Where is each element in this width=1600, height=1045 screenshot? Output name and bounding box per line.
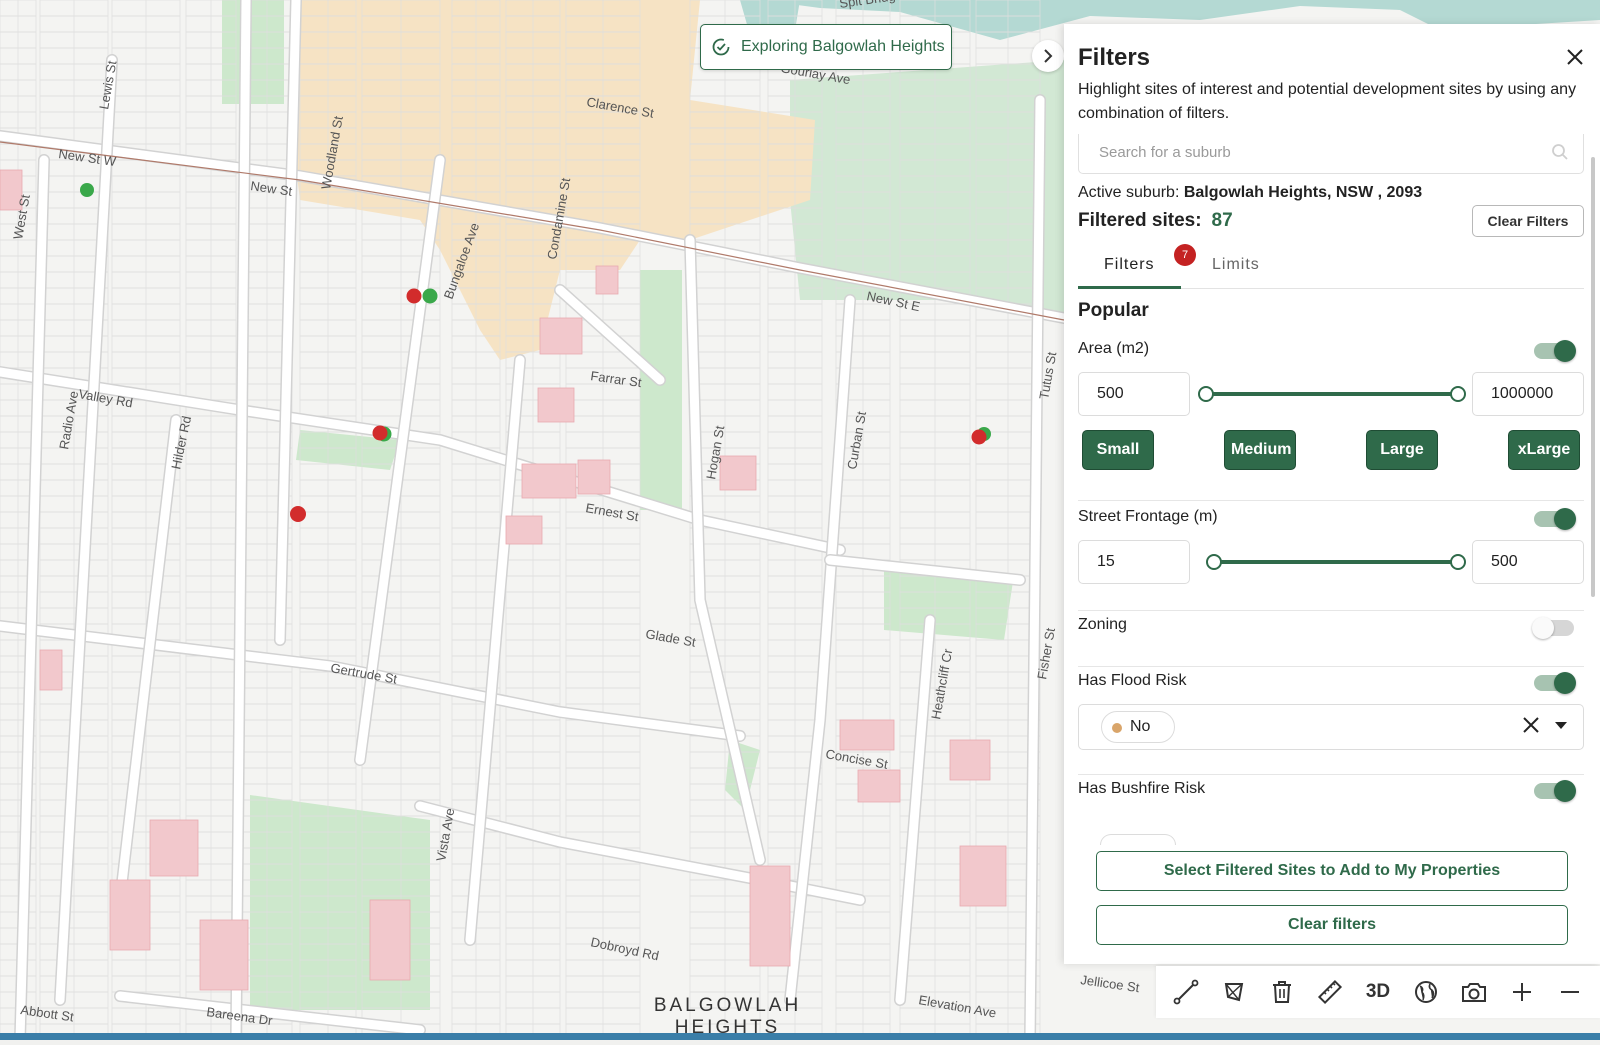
close-icon: [1523, 717, 1539, 733]
camera-icon: [1462, 983, 1486, 1002]
street-frontage-toggle[interactable]: [1534, 508, 1576, 530]
frontage-slider-min-handle[interactable]: [1206, 554, 1222, 570]
bushfire-risk-toggle[interactable]: [1534, 780, 1576, 802]
frontage-slider-max-handle[interactable]: [1450, 554, 1466, 570]
zoning-label: Zoning: [1078, 616, 1127, 633]
search-icon[interactable]: [1551, 143, 1569, 161]
toggle-knob: [1554, 780, 1576, 802]
area-slider-min-handle[interactable]: [1198, 386, 1214, 402]
screenshot-button[interactable]: [1454, 972, 1494, 1012]
toggle-knob: [1554, 508, 1576, 530]
measure-button[interactable]: [1310, 972, 1350, 1012]
toggle-knob: [1532, 617, 1554, 639]
toggle-knob: [1554, 672, 1576, 694]
toggle-knob: [1554, 340, 1576, 362]
divider: [1078, 774, 1584, 775]
zoom-out-icon: [1561, 991, 1579, 993]
collapse-panel-button[interactable]: [1032, 40, 1064, 72]
frontage-max-input[interactable]: 500: [1472, 540, 1584, 584]
site-marker-red[interactable]: [406, 288, 422, 304]
panel-scrollbar[interactable]: [1591, 157, 1595, 597]
street-frontage-label: Street Frontage (m): [1078, 508, 1218, 525]
ruler-icon: [1317, 979, 1343, 1005]
site-marker-red[interactable]: [971, 429, 987, 445]
close-icon: [1567, 49, 1583, 65]
panel-actions: Select Filtered Sites to Add to My Prope…: [1064, 846, 1600, 964]
filtered-sites-count: 87: [1211, 210, 1233, 231]
site-marker-red[interactable]: [290, 506, 306, 522]
area-slider-max-handle[interactable]: [1450, 386, 1466, 402]
zoom-in-icon: [1513, 983, 1531, 1001]
suburb-search[interactable]: [1078, 134, 1584, 174]
area-label: Area (m2): [1078, 340, 1150, 357]
filtered-sites: Filtered sites: 87: [1078, 210, 1233, 232]
select-filtered-sites-button[interactable]: Select Filtered Sites to Add to My Prope…: [1096, 851, 1568, 891]
check-circle-icon: [712, 38, 730, 56]
filtered-sites-label: Filtered sites:: [1078, 210, 1202, 231]
polygon-tool-button[interactable]: [1214, 972, 1254, 1012]
trash-icon: [1273, 981, 1291, 1003]
bottom-strip: [0, 1033, 1600, 1040]
flood-risk-toggle[interactable]: [1534, 672, 1576, 694]
delete-button[interactable]: [1262, 972, 1302, 1012]
suburb-search-input[interactable]: [1097, 134, 1521, 170]
panel-title: Filters: [1078, 44, 1151, 71]
clear-filters-bottom-button[interactable]: Clear filters: [1096, 905, 1568, 945]
globe-icon: [1415, 981, 1437, 1003]
panel-description: Highlight sites of interest and potentia…: [1078, 81, 1577, 122]
3d-toggle-button[interactable]: 3D: [1358, 972, 1398, 1012]
flood-risk-chip[interactable]: No: [1101, 711, 1175, 743]
area-preset-small[interactable]: Small: [1082, 430, 1154, 470]
line-tool-icon: [1173, 979, 1199, 1005]
line-tool-button[interactable]: [1166, 972, 1206, 1012]
tab-filters[interactable]: Filters: [1078, 252, 1181, 289]
site-marker-red[interactable]: [372, 425, 388, 441]
panel-tabs: Filters 7 Limits: [1078, 244, 1584, 289]
chevron-down-icon[interactable]: [1555, 722, 1567, 729]
park-strip: [640, 270, 682, 510]
active-suburb-value: Balgowlah Heights, NSW , 2093: [1183, 184, 1423, 201]
area-slider-track[interactable]: [1206, 392, 1458, 396]
site-marker-green[interactable]: [80, 183, 94, 197]
flood-risk-chip-label: No: [1130, 718, 1151, 735]
frontage-slider-track[interactable]: [1214, 560, 1458, 564]
filters-panel: Filters Highlight sites of interest and …: [1064, 24, 1600, 964]
divider: [1078, 666, 1584, 667]
bushfire-risk-label: Has Bushfire Risk: [1078, 780, 1206, 797]
clear-filters-button[interactable]: Clear Filters: [1472, 205, 1584, 237]
banner-text: Exploring Balgowlah Heights: [741, 38, 945, 55]
area-toggle[interactable]: [1534, 340, 1576, 362]
globe-button[interactable]: [1406, 972, 1446, 1012]
frontage-min-input[interactable]: 15: [1078, 540, 1190, 584]
divider: [1078, 610, 1584, 611]
close-panel-button[interactable]: [1566, 44, 1584, 70]
tab-limits[interactable]: Limits: [1186, 252, 1286, 286]
zoom-out-button[interactable]: [1550, 972, 1590, 1012]
bushfire-risk-chip-partial: [1100, 834, 1176, 845]
site-marker-green[interactable]: [422, 288, 438, 304]
park-area: [222, 0, 284, 104]
suburb-map-label-line1: BALGOWLAH: [653, 995, 802, 1016]
area-preset-xlarge[interactable]: xLarge: [1508, 430, 1580, 470]
zoom-in-button[interactable]: [1502, 972, 1542, 1012]
flood-risk-label: Has Flood Risk: [1078, 672, 1187, 689]
chip-dot-icon: [1112, 723, 1122, 733]
reserve-area: [790, 60, 1064, 320]
flood-risk-select[interactable]: No: [1078, 704, 1584, 750]
area-min-input[interactable]: 500: [1078, 372, 1190, 416]
area-preset-large[interactable]: Large: [1366, 430, 1438, 470]
section-popular: Popular: [1078, 300, 1149, 321]
divider: [1078, 500, 1584, 501]
chevron-right-icon: [1044, 49, 1053, 63]
clear-selection-button[interactable]: [1523, 714, 1539, 738]
polygon-tool-icon: [1224, 983, 1244, 1002]
map-toolbar: 3D: [1156, 966, 1600, 1018]
zoning-toggle[interactable]: [1532, 617, 1574, 639]
active-suburb: Active suburb: Balgowlah Heights, NSW , …: [1078, 184, 1422, 202]
exploring-banner: Exploring Balgowlah Heights: [700, 24, 952, 70]
area-max-input[interactable]: 1000000: [1472, 372, 1584, 416]
area-preset-medium[interactable]: Medium: [1224, 430, 1296, 470]
active-suburb-label: Active suburb:: [1078, 184, 1180, 201]
